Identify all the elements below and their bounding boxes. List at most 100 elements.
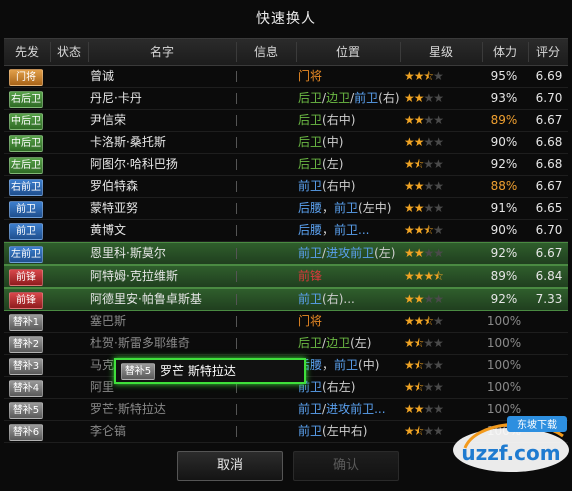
star-icon: ★ xyxy=(433,402,444,416)
position-badge[interactable]: 替补5 xyxy=(9,402,43,419)
star-icon: ★ xyxy=(413,269,425,283)
star-icon: ★ xyxy=(404,269,415,283)
position-segment: 前卫 xyxy=(354,91,379,105)
table-row[interactable]: 左后卫 阿图尔·哈科巴扬 后卫(左) ★⯪★★ 92% 6.68 xyxy=(4,154,568,176)
table-row[interactable]: 前锋 阿德里安·帕鲁卓斯基 前卫(右)... ★★★★ 92% 7.33 xyxy=(4,288,568,311)
star-icon: ⯪ xyxy=(413,158,424,171)
player-rating: 6.67 xyxy=(535,113,563,127)
position-badge[interactable]: 替补1 xyxy=(9,314,43,331)
player-position: 后卫(中) xyxy=(296,132,402,153)
position-badge[interactable]: 中后卫 xyxy=(9,113,43,130)
position-badge[interactable]: 前卫 xyxy=(9,201,43,218)
position-segment: (中) xyxy=(322,135,344,149)
position-badge[interactable]: 替补6 xyxy=(9,424,43,441)
player-info xyxy=(236,88,296,109)
player-name: 阿德里安·帕鲁卓斯基 xyxy=(90,292,202,306)
star-icon: ★ xyxy=(433,179,444,193)
table-row[interactable]: 右前卫 罗伯特森 前卫(右中) ★★★★ 88% 6.67 xyxy=(4,176,568,198)
position-segment: 前锋 xyxy=(298,269,323,283)
position-badge[interactable]: 替补4 xyxy=(9,380,43,397)
player-rating: 6.70 xyxy=(535,223,563,237)
player-name: 塞巴斯 xyxy=(90,314,127,328)
position-badge[interactable]: 左后卫 xyxy=(9,157,43,174)
player-info xyxy=(236,132,296,153)
position-segment: 门将 xyxy=(298,314,323,328)
star-rating: ★★★★ xyxy=(402,243,484,264)
table-row[interactable]: 中后卫 尹信荣 后卫(右中) ★★★★ 89% 6.67 xyxy=(4,110,568,132)
star-icon: ★ xyxy=(433,91,444,105)
player-info xyxy=(236,243,296,264)
player-position: 前卫(左中右) xyxy=(296,421,402,442)
position-segment: 后卫 xyxy=(298,135,323,149)
position-segment: 前卫 xyxy=(334,201,359,215)
player-rating xyxy=(530,355,568,376)
player-name: 杜贺·斯雷多耶维奇 xyxy=(90,336,190,350)
dragged-player[interactable]: 替补5 罗芒 斯特拉达 xyxy=(114,358,306,384)
table-row[interactable]: 前卫 蒙特亚努 后腰，前卫(左中) ★★★★ 91% 6.65 xyxy=(4,198,568,220)
player-fitness: 100% xyxy=(486,336,522,350)
position-badge[interactable]: 前卫 xyxy=(9,223,43,240)
player-name: 罗伯特森 xyxy=(90,179,139,193)
table-row[interactable]: 左前卫 恩里科·斯莫尔 前卫/进攻前卫(左) ★★★★ 92% 6.67 xyxy=(4,242,568,265)
star-rating: ★★★★ xyxy=(402,132,484,153)
player-position: 前卫(右左) xyxy=(296,377,402,398)
star-icon: ★ xyxy=(423,201,435,215)
player-name: 阿特姆·克拉维斯 xyxy=(90,269,178,283)
player-position: 前卫(右中) xyxy=(296,176,402,197)
position-segment: (右) xyxy=(378,91,400,105)
watermark-logo: 东坡下载 uzzf.com xyxy=(453,416,569,472)
header-stars: 星级 xyxy=(428,45,453,59)
player-info xyxy=(236,266,296,287)
header-info: 信息 xyxy=(253,45,278,59)
position-badge[interactable]: 中后卫 xyxy=(9,135,43,152)
star-icon: ★ xyxy=(433,246,444,260)
star-icon: ★ xyxy=(413,314,425,328)
position-badge[interactable]: 右后卫 xyxy=(9,91,43,108)
star-icon: ⯪ xyxy=(433,270,443,283)
position-badge[interactable]: 左前卫 xyxy=(9,246,43,263)
player-info xyxy=(236,176,296,197)
position-badge[interactable]: 门将 xyxy=(9,69,43,86)
position-segment: 前卫 xyxy=(298,179,323,193)
star-icon: ★ xyxy=(432,157,444,171)
player-rating xyxy=(530,311,568,332)
position-segment: (左中右) xyxy=(322,424,368,438)
player-name: 曾诚 xyxy=(90,69,115,83)
player-info xyxy=(236,399,296,420)
table-row[interactable]: 替补1 塞巴斯 门将 ★★⯪★ 100% xyxy=(4,311,568,333)
position-segment: 前卫 xyxy=(298,292,323,306)
table-row[interactable]: 替补2 杜贺·斯雷多耶维奇 后卫/边卫(左) ★⯪★★ 100% xyxy=(4,333,568,355)
position-segment: 后卫 xyxy=(298,157,323,171)
star-icon: ★ xyxy=(433,201,444,215)
position-badge[interactable]: 替补3 xyxy=(9,358,43,375)
table-row[interactable]: 前卫 黄博文 后腰，前卫... ★★⯪★ 90% 6.70 xyxy=(4,220,568,242)
player-name: 蒙特亚努 xyxy=(90,201,139,215)
player-name: 李仑镐 xyxy=(90,424,127,438)
table-row[interactable]: 右后卫 丹尼·卡丹 后卫/边卫/前卫(右) ★★★★ 93% 6.70 xyxy=(4,88,568,110)
position-badge[interactable]: 前锋 xyxy=(9,292,43,309)
star-rating: ★★⯪★ xyxy=(402,220,484,241)
table-row[interactable]: 前锋 阿特姆·克拉维斯 前锋 ★★★⯪ 89% 6.84 xyxy=(4,265,568,288)
position-segment: 边卫 xyxy=(326,336,351,350)
confirm-button[interactable]: 确认 xyxy=(293,451,399,481)
star-icon: ⯪ xyxy=(423,224,434,237)
position-badge[interactable]: 前锋 xyxy=(9,269,43,286)
star-icon: ★ xyxy=(404,157,415,171)
star-icon: ⯪ xyxy=(413,359,424,372)
table-row[interactable]: 门将 曾诚 门将 ★★⯪★ 95% 6.69 xyxy=(4,66,568,88)
position-badge[interactable]: 右前卫 xyxy=(9,179,43,196)
star-icon: ⯪ xyxy=(413,425,424,438)
player-rating xyxy=(530,333,568,354)
table-row[interactable]: 中后卫 卡洛斯·桑托斯 后卫(中) ★★★★ 90% 6.68 xyxy=(4,132,568,154)
star-rating: ★★★★ xyxy=(402,289,484,310)
position-badge[interactable]: 替补2 xyxy=(9,336,43,353)
player-info xyxy=(236,154,296,175)
player-name: 阿图尔·哈科巴扬 xyxy=(90,157,178,171)
player-position: 门将 xyxy=(296,311,402,332)
star-icon: ★ xyxy=(404,135,415,149)
cancel-button[interactable]: 取消 xyxy=(177,451,283,481)
player-position: 前锋 xyxy=(296,266,402,287)
header-name: 名字 xyxy=(149,45,174,59)
star-icon: ★ xyxy=(433,135,444,149)
player-fitness: 100% xyxy=(486,380,522,394)
